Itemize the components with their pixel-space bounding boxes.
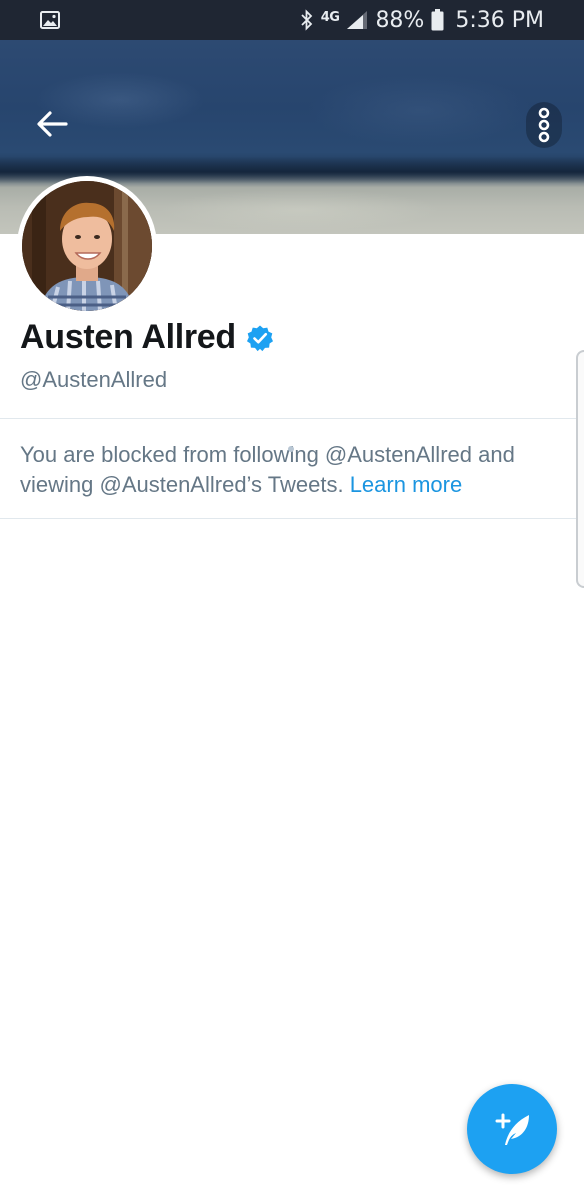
status-bar: 4G 88% 5:36 PM: [0, 0, 584, 40]
profile-handle: @AustenAllred: [20, 367, 168, 392]
edge-panel-handle[interactable]: [576, 350, 584, 588]
divider: [0, 518, 584, 519]
more-options-button[interactable]: [526, 102, 562, 148]
back-button[interactable]: [30, 104, 74, 144]
display-name: Austen Allred: [20, 318, 236, 356]
learn-more-link[interactable]: Learn more: [350, 472, 463, 497]
more-vertical-icon: [538, 107, 550, 143]
clock: 5:36 PM: [455, 7, 544, 33]
compose-tweet-button[interactable]: [467, 1084, 557, 1174]
avatar-portrait: [22, 181, 152, 311]
avatar[interactable]: [17, 176, 157, 316]
gallery-icon: [40, 11, 60, 29]
verified-badge-icon: [246, 325, 273, 351]
battery-icon: [431, 9, 444, 31]
arrow-left-icon: [37, 111, 68, 137]
avatar-photo: [22, 181, 152, 311]
bluetooth-icon: [301, 9, 312, 31]
network-type-label: 4G: [320, 9, 340, 25]
battery-percentage: 88%: [375, 7, 425, 33]
signal-icon: [347, 11, 368, 29]
divider: [0, 418, 584, 419]
compose-tweet-icon: [495, 1113, 529, 1145]
loading-dot: [288, 446, 294, 452]
display-name-row: Austen Allred: [20, 318, 274, 357]
